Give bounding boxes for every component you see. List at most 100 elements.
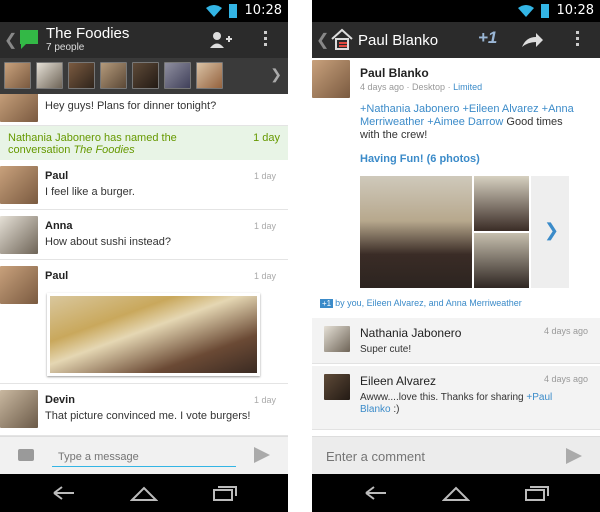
- comment-item: Eileen Alvarez Awww....love this. Thanks…: [312, 366, 600, 430]
- plus-one-badge-icon: +1: [320, 299, 334, 308]
- message-text: How about sushi instead?: [45, 236, 171, 248]
- commenter-name[interactable]: Eileen Alvarez: [360, 374, 436, 388]
- chat-bubble-icon[interactable]: [18, 28, 40, 50]
- author-avatar[interactable]: [312, 60, 350, 98]
- system-message-time: 1 day: [253, 132, 280, 144]
- participant-avatar[interactable]: [68, 62, 95, 89]
- comment-time: 4 days ago: [543, 326, 588, 336]
- status-bar: 10:28: [0, 0, 288, 22]
- post-body: +Nathania Jabonero +Eileen Alvarez +Anna…: [360, 103, 585, 142]
- back-chevron-icon[interactable]: ❮: [4, 30, 17, 50]
- back-icon[interactable]: [362, 484, 390, 502]
- comment-composer: [312, 436, 600, 474]
- message-item: Devin That picture convinced me. I vote …: [0, 384, 288, 436]
- participant-avatar[interactable]: [196, 62, 223, 89]
- navigation-bar: [0, 474, 288, 512]
- mention-link[interactable]: +Eileen Alvarez: [462, 103, 538, 115]
- message-time: 1 day: [253, 395, 276, 405]
- wifi-icon: [518, 5, 534, 17]
- message-time: 1 day: [253, 271, 276, 281]
- participant-avatar[interactable]: [4, 62, 31, 89]
- comment-body: Awww....love this. Thanks for sharing: [360, 392, 524, 403]
- action-bar: ❮ The Foodies 7 people: [0, 22, 288, 58]
- post-card: Paul Blanko 4 days ago · Desktop · Limit…: [312, 58, 600, 318]
- home-stream-icon[interactable]: [330, 27, 354, 51]
- message-item: Paul I feel like a burger. 1 day: [0, 160, 288, 210]
- gallery-photo[interactable]: [474, 233, 529, 288]
- share-icon[interactable]: [520, 31, 544, 49]
- sender-name: Paul: [45, 270, 69, 282]
- messenger-screen: 10:28 ❮ The Foodies 7 people ❯ Hey guys!…: [0, 0, 288, 512]
- message-item: Hey guys! Plans for dinner tonight?: [0, 94, 288, 126]
- conversation-title: The Foodies: [46, 25, 130, 42]
- status-bar: 10:28: [312, 0, 600, 22]
- comment-item: Nathania Jabonero Super cute! 4 days ago: [312, 318, 600, 364]
- chevron-right-icon[interactable]: ❯: [270, 66, 282, 83]
- avatar: [0, 216, 38, 254]
- comment-time: 4 days ago: [543, 374, 588, 384]
- message-time: 1 day: [253, 171, 276, 181]
- recent-apps-icon[interactable]: [522, 484, 550, 502]
- chevron-right-icon[interactable]: ❯: [544, 220, 559, 241]
- participant-avatar[interactable]: [36, 62, 63, 89]
- participants-strip: ❯: [0, 58, 288, 94]
- message-text: That picture convinced me. I vote burger…: [45, 410, 251, 422]
- post-visibility[interactable]: Limited: [453, 82, 482, 92]
- system-message-actor: Nathania Jabonero: [8, 132, 101, 144]
- navigation-bar: [312, 474, 600, 512]
- mention-link[interactable]: +Nathania Jabonero: [360, 103, 459, 115]
- commenter-avatar[interactable]: [324, 374, 350, 400]
- send-icon[interactable]: [254, 447, 270, 463]
- clock: 10:28: [244, 3, 282, 18]
- action-bar: ❮ Paul Blanko +1: [312, 22, 600, 58]
- avatar: [0, 94, 38, 122]
- overflow-menu-icon[interactable]: [576, 31, 580, 49]
- post-meta: 4 days ago · Desktop · Limited: [360, 82, 483, 92]
- message-list[interactable]: Hey guys! Plans for dinner tonight? Nath…: [0, 94, 288, 436]
- commenter-name[interactable]: Nathania Jabonero: [360, 326, 461, 340]
- camera-icon[interactable]: [18, 449, 34, 461]
- home-icon[interactable]: [130, 484, 158, 502]
- message-input[interactable]: [52, 447, 236, 467]
- plus-one-button[interactable]: +1: [478, 28, 497, 48]
- post-time: 4 days ago: [360, 82, 405, 92]
- clock: 10:28: [556, 3, 594, 18]
- recent-apps-icon[interactable]: [210, 484, 238, 502]
- sender-name: Devin: [45, 394, 75, 406]
- photo-gallery[interactable]: ❯: [360, 176, 580, 288]
- battery-icon: [541, 4, 549, 18]
- shared-photo[interactable]: [47, 293, 260, 376]
- sender-name: Paul: [45, 170, 69, 182]
- comment-emoticon: :): [393, 404, 400, 415]
- post-detail-screen: 10:28 ❮ Paul Blanko +1 Paul Blanko 4 day…: [312, 0, 600, 512]
- page-title: Paul Blanko: [358, 32, 439, 49]
- participant-avatar[interactable]: [100, 62, 127, 89]
- plus-one-summary: +1 by you, Eileen Alvarez, and Anna Merri…: [320, 298, 522, 308]
- avatar: [0, 266, 38, 304]
- post-author[interactable]: Paul Blanko: [360, 66, 429, 80]
- commenter-avatar[interactable]: [324, 326, 350, 352]
- participant-avatar[interactable]: [164, 62, 191, 89]
- message-item: Anna How about sushi instead? 1 day: [0, 210, 288, 260]
- message-text: I feel like a burger.: [45, 186, 135, 198]
- wifi-icon: [206, 5, 222, 17]
- plus-one-people: by you, Eileen Alvarez, and Anna Merriwe…: [335, 298, 522, 308]
- send-icon[interactable]: [566, 448, 582, 464]
- message-time: 1 day: [253, 221, 276, 231]
- battery-icon: [229, 4, 237, 18]
- participant-avatar[interactable]: [132, 62, 159, 89]
- mention-link[interactable]: +Aimee Darrow: [427, 116, 503, 128]
- overflow-menu-icon[interactable]: [264, 31, 268, 49]
- album-link[interactable]: Having Fun! (6 photos): [360, 153, 480, 165]
- add-person-icon[interactable]: [208, 30, 232, 50]
- back-chevron-icon[interactable]: ❮: [316, 30, 329, 50]
- people-count: 7 people: [46, 42, 85, 53]
- comment-input[interactable]: [326, 445, 536, 467]
- home-icon[interactable]: [442, 484, 470, 502]
- gallery-photo[interactable]: [360, 176, 472, 288]
- back-icon[interactable]: [50, 484, 78, 502]
- post-source: Desktop: [412, 82, 446, 92]
- avatar: [0, 166, 38, 204]
- gallery-photo[interactable]: [474, 176, 529, 231]
- comment-text: Super cute!: [360, 344, 412, 355]
